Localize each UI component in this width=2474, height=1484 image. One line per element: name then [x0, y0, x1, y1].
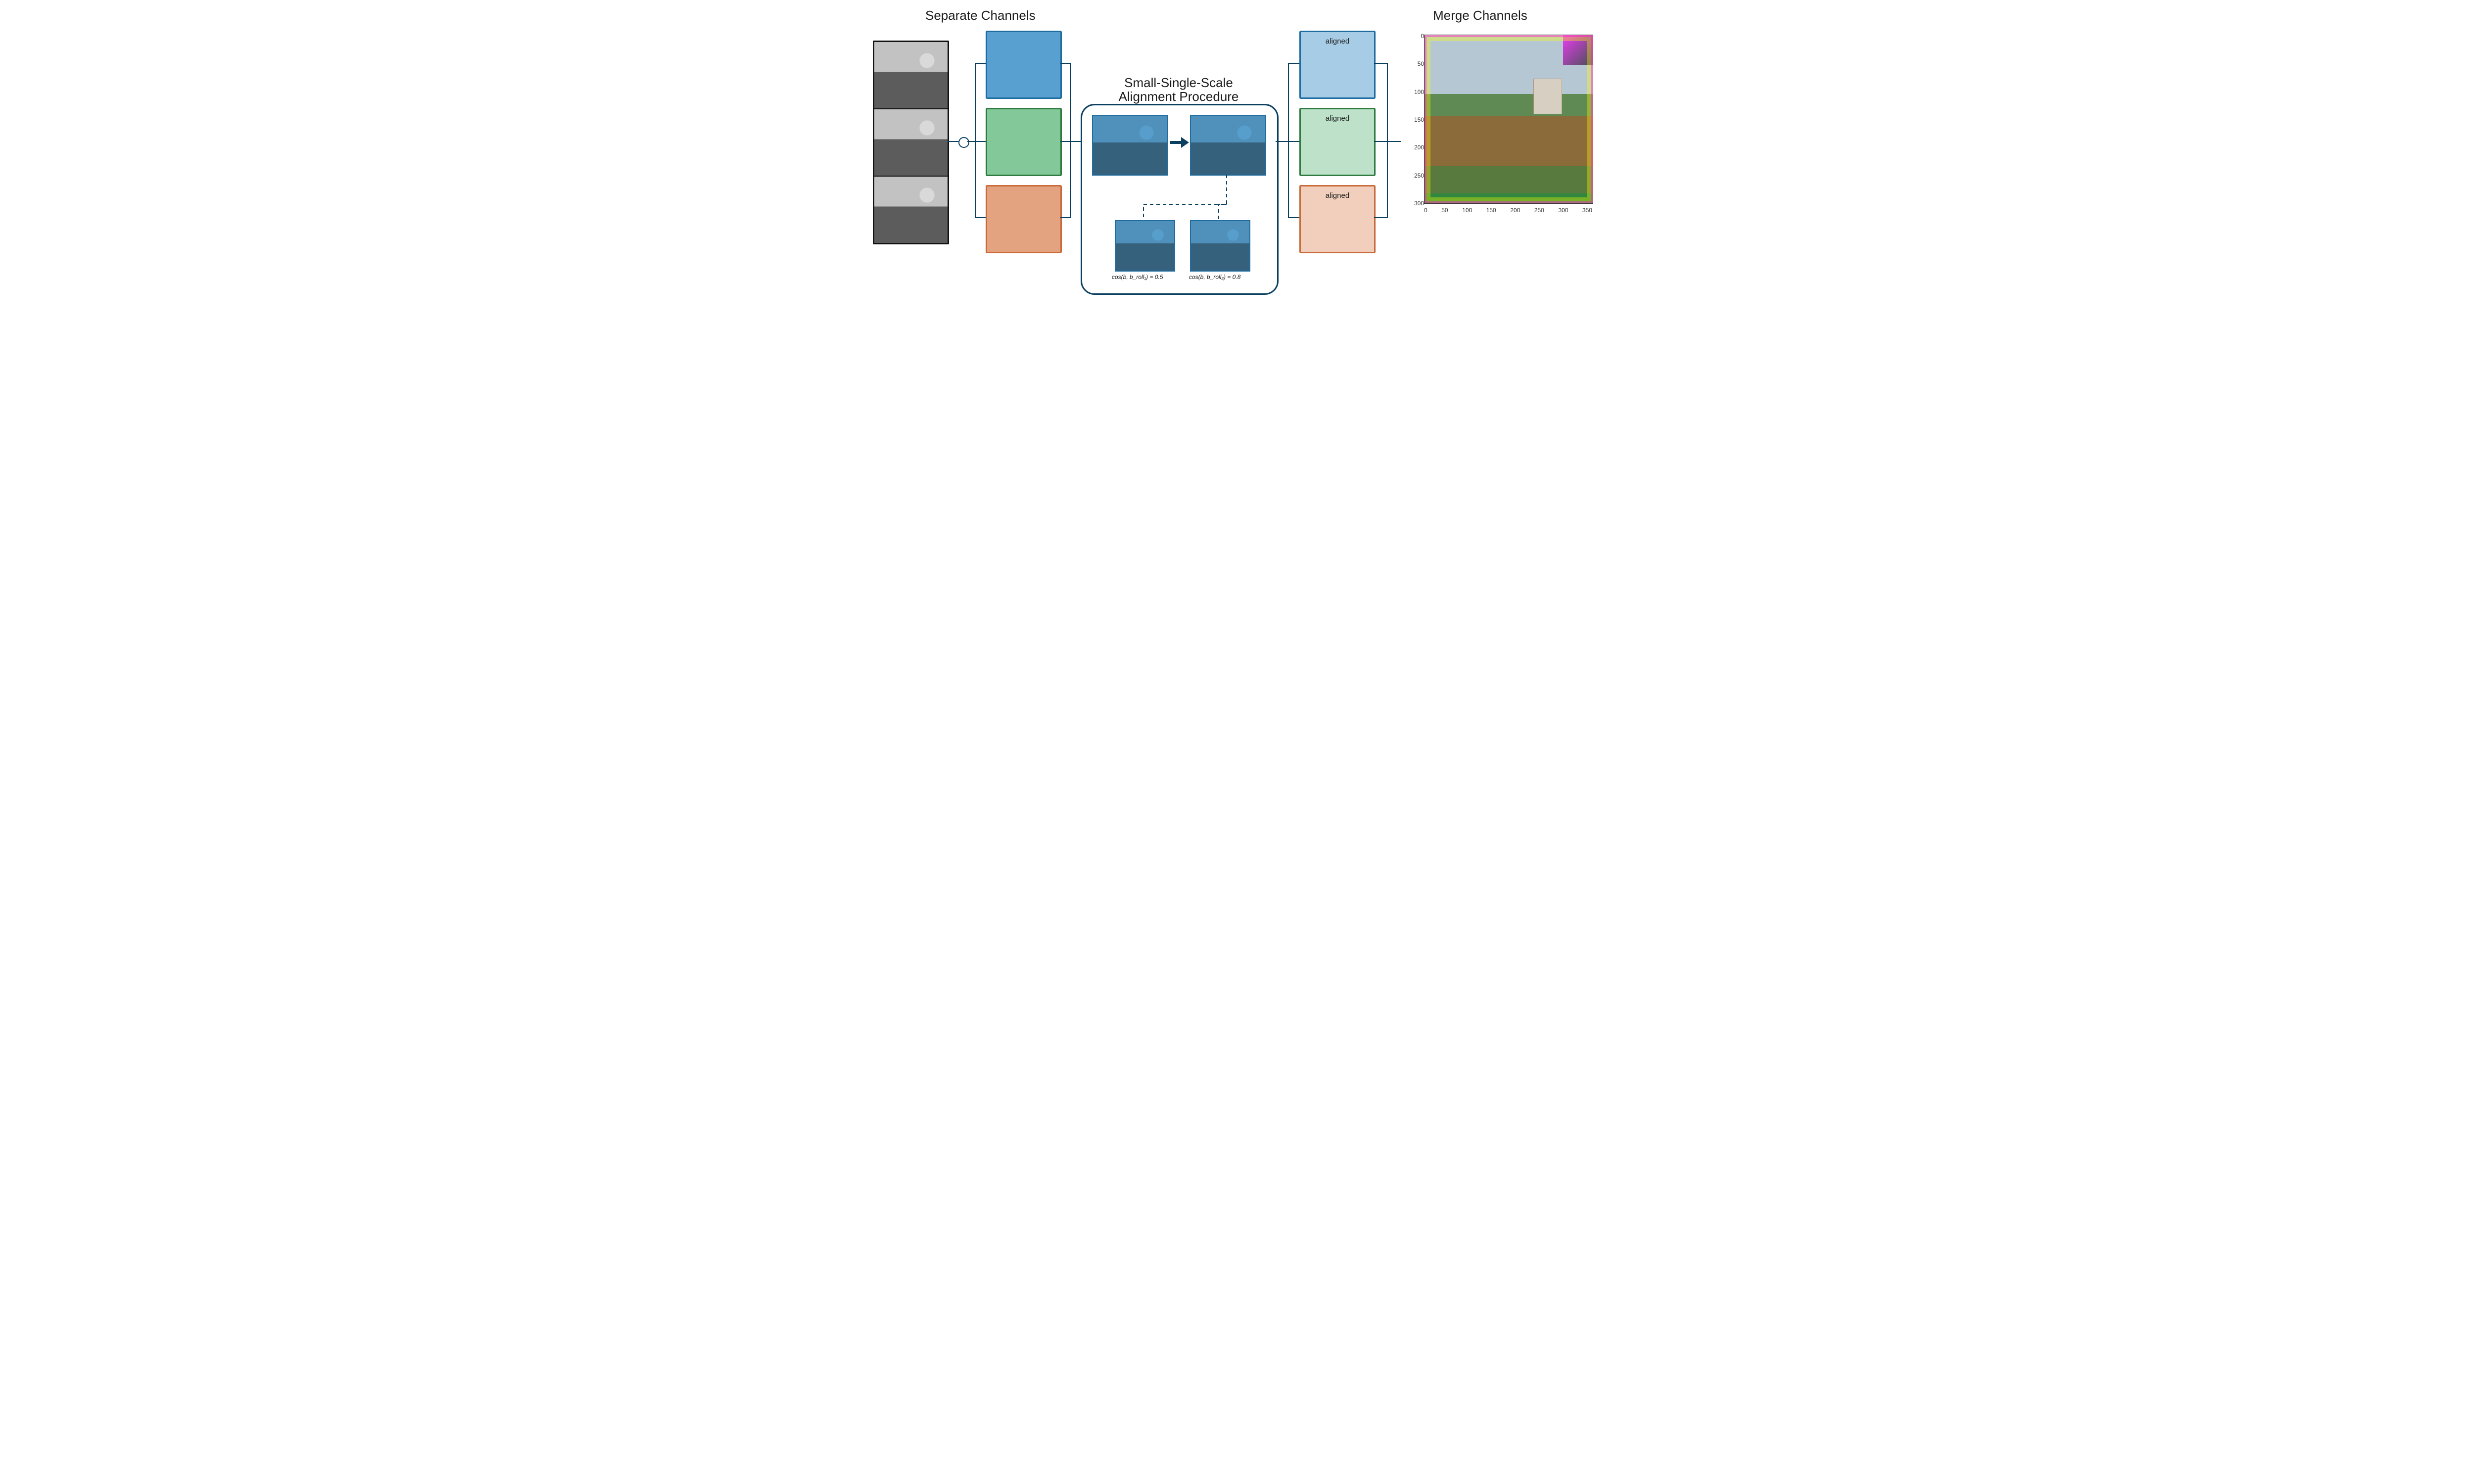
tick-x: 350 — [1582, 207, 1592, 214]
tick-y: 100 — [1406, 89, 1424, 95]
filmstrip-frame — [874, 177, 948, 243]
formula-cos-b: cos(b, b_roll₂) = 0.8 — [1189, 274, 1240, 280]
aligned-label: aligned — [1301, 37, 1374, 46]
tick-y: 300 — [1406, 200, 1424, 207]
merged-image — [1424, 35, 1593, 204]
title-procedure-line2: Alignment Procedure — [1090, 89, 1268, 104]
channel-green — [986, 108, 1062, 176]
filmstrip-frame — [874, 42, 948, 109]
merged-output: 0 50 100 150 200 250 300 0 50 100 150 20… — [1401, 28, 1609, 241]
split-node-icon — [958, 137, 969, 148]
aligned-label: aligned — [1301, 191, 1374, 200]
church-icon — [1533, 79, 1562, 114]
formula-cos-a: cos(b, b_roll₁) = 0.5 — [1112, 274, 1163, 280]
title-merge: Merge Channels — [1433, 8, 1527, 23]
aligned-blue: aligned — [1299, 31, 1376, 99]
tick-x: 50 — [1441, 207, 1448, 214]
tick-x: 100 — [1462, 207, 1472, 214]
tick-x: 150 — [1486, 207, 1496, 214]
tick-y: 200 — [1406, 144, 1424, 151]
channel-orange — [986, 185, 1062, 253]
alignment-procedure-box: cos(b, b_roll₁) = 0.5 cos(b, b_roll₂) = … — [1081, 104, 1279, 295]
diagram-canvas: Separate Channels Small-Single-Scale Ali… — [857, 0, 1617, 322]
title-separate: Separate Channels — [925, 8, 1036, 23]
aligned-orange: aligned — [1299, 185, 1376, 253]
tick-y: 250 — [1406, 172, 1424, 179]
aligned-label: aligned — [1301, 114, 1374, 123]
proc-dashed-wires — [1082, 105, 1277, 293]
tick-y: 150 — [1406, 116, 1424, 123]
tick-y: 0 — [1406, 33, 1424, 40]
tick-x: 200 — [1510, 207, 1520, 214]
title-procedure-line1: Small-Single-Scale — [1090, 75, 1268, 91]
tick-x: 0 — [1424, 207, 1427, 214]
tick-x: 300 — [1558, 207, 1568, 214]
tick-y: 50 — [1406, 60, 1424, 67]
tick-x: 250 — [1534, 207, 1544, 214]
aligned-green: aligned — [1299, 108, 1376, 176]
input-filmstrip — [873, 41, 949, 244]
filmstrip-frame — [874, 109, 948, 177]
channel-blue — [986, 31, 1062, 99]
axis-y: 0 50 100 150 200 250 300 — [1406, 33, 1424, 207]
axis-x: 0 50 100 150 200 250 300 350 — [1424, 207, 1592, 214]
